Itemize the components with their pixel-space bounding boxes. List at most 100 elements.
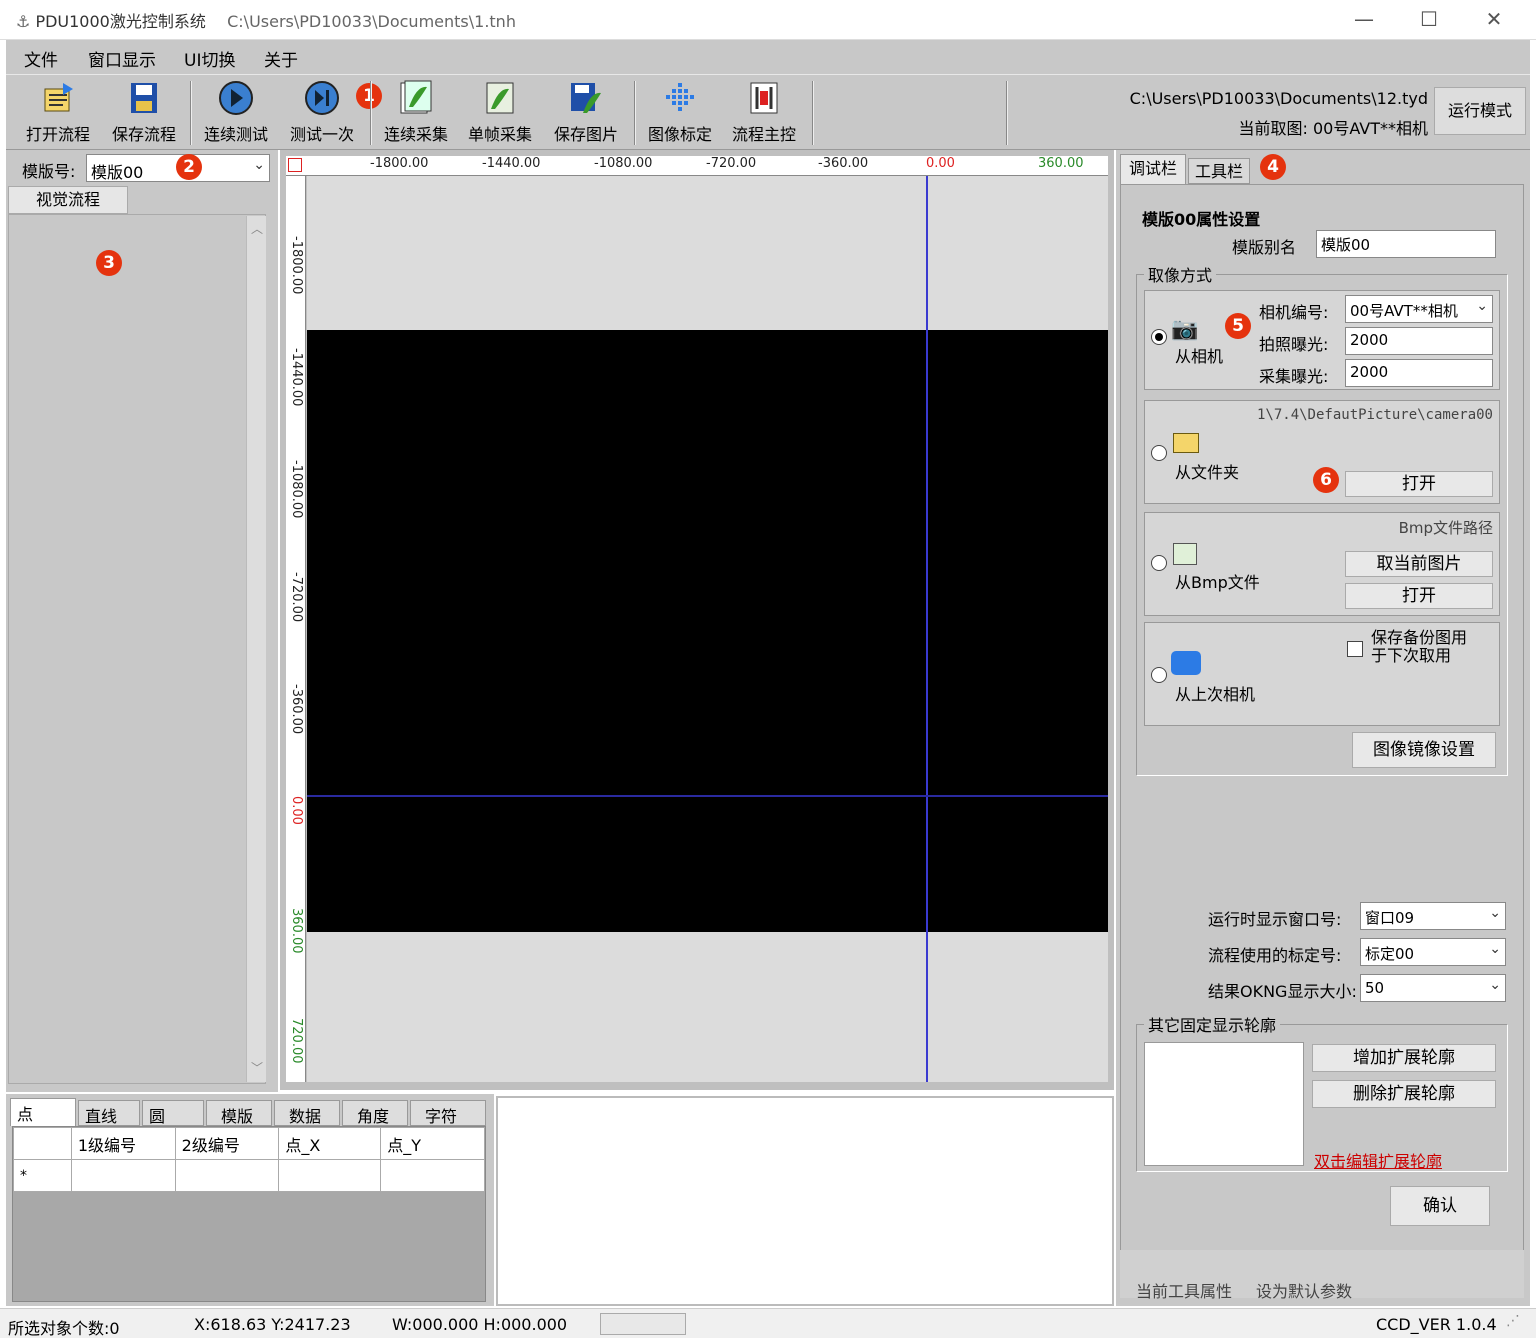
output-panel[interactable] [496, 1096, 1114, 1306]
config-path: C:\Users\PD10033\Documents\12.tyd [1129, 89, 1428, 108]
tab-vision-flow[interactable]: 视觉流程 [8, 186, 128, 214]
save-flow-icon [131, 83, 157, 113]
add-contour-button[interactable]: 增加扩展轮廓 [1312, 1044, 1496, 1072]
menu-file[interactable]: 文件 [24, 46, 58, 71]
run-mode-button[interactable]: 运行模式 [1434, 87, 1526, 135]
alias-input[interactable]: 模版00 [1316, 230, 1496, 258]
tab-template[interactable]: 模版 [206, 1100, 272, 1126]
footer-tool-props[interactable]: 当前工具属性 [1136, 1278, 1232, 1302]
folder-icon [1173, 433, 1199, 453]
right-panel: 调试栏 工具栏 4 模版00属性设置 模版别名 模版00 取像方式 📷 从相机 … [1116, 150, 1530, 1306]
folder-open-button[interactable]: 打开 [1345, 471, 1493, 497]
table-cell[interactable] [278, 1159, 382, 1192]
camera-no-select[interactable]: 00号AVT**相机 ⌄ [1345, 295, 1493, 323]
footer-set-default[interactable]: 设为默认参数 [1256, 1278, 1352, 1302]
table-cell[interactable] [70, 1159, 176, 1192]
blue-camera-icon [1171, 651, 1201, 675]
point-table[interactable]: 1级编号 2级编号 点_X 点_Y * [13, 1127, 485, 1192]
tab-tools[interactable]: 工具栏 [1188, 158, 1250, 184]
save-flow-button[interactable]: 保存流程 [106, 79, 182, 147]
okng-size-select[interactable]: 50 ⌄ [1360, 974, 1506, 1002]
bmp-file-icon [1173, 543, 1197, 565]
from-camera-radio[interactable] [1151, 329, 1167, 345]
test-once-icon [305, 81, 339, 115]
save-image-icon [571, 83, 601, 113]
open-flow-icon [44, 83, 73, 112]
calibration-button[interactable]: 图像标定 [642, 79, 718, 147]
save-image-button[interactable]: 保存图片 [548, 79, 624, 147]
current-capture: 当前取图: 00号AVT**相机 [1238, 119, 1428, 138]
ruler-top-tick: 0.00 [926, 156, 955, 171]
calib-select[interactable]: 标定00 ⌄ [1360, 938, 1506, 966]
flow-control-icon [750, 82, 778, 114]
tab-circle[interactable]: 圆 [142, 1100, 204, 1126]
from-bmp-label: 从Bmp文件 [1175, 573, 1260, 592]
scroll-down-icon[interactable]: ﹀ [251, 1059, 263, 1076]
okng-size-value: 50 [1365, 979, 1385, 997]
menu-ui-switch[interactable]: UI切换 [184, 46, 235, 71]
menu-bar: 文件 窗口显示 UI切换 关于 [6, 40, 1530, 74]
flow-list[interactable] [8, 214, 266, 1084]
selection-size: W:000.000 H:000.000 [392, 1315, 568, 1334]
ruler-origin-icon [288, 158, 302, 172]
menu-about[interactable]: 关于 [264, 46, 298, 71]
ruler-top-tick: 360.00 [1038, 156, 1084, 171]
save-backup-checkbox[interactable] [1347, 641, 1363, 657]
take-current-image-button[interactable]: 取当前图片 [1345, 551, 1493, 577]
single-capture-button[interactable]: 单帧采集 [462, 79, 538, 147]
table-cell[interactable] [174, 1159, 280, 1192]
file-path: C:\Users\PD10033\Documents\1.tnh [227, 12, 516, 31]
resize-grip-icon[interactable]: ⋰ [1506, 1313, 1520, 1329]
tab-line[interactable]: 直线 [78, 1100, 140, 1126]
delete-contour-button[interactable]: 删除扩展轮廓 [1312, 1080, 1496, 1108]
tab-angle[interactable]: 角度 [342, 1100, 408, 1126]
continuous-test-button[interactable]: 连续测试 [198, 79, 274, 147]
image-mirror-settings-button[interactable]: 图像镜像设置 [1352, 732, 1496, 768]
open-flow-label: 打开流程 [25, 125, 90, 144]
from-bmp-radio[interactable] [1151, 555, 1167, 571]
bmp-open-button[interactable]: 打开 [1345, 583, 1493, 609]
ruler-left-tick: -1080.00 [289, 460, 304, 519]
image-view[interactable] [307, 176, 1108, 1082]
camera-icon: 📷 [1171, 317, 1199, 342]
tab-string[interactable]: 字符串 [410, 1100, 486, 1150]
test-once-button[interactable]: 测试一次 [284, 79, 360, 147]
callout-badge-6: 6 [1313, 467, 1339, 493]
scroll-up-icon[interactable]: ︿ [251, 220, 263, 237]
ruler-top-tick: -1440.00 [482, 156, 541, 171]
close-button[interactable]: ✕ [1470, 4, 1518, 34]
confirm-button[interactable]: 确认 [1390, 1186, 1490, 1226]
ruler-left-tick: -720.00 [289, 572, 304, 623]
photo-exposure-input[interactable]: 2000 [1345, 327, 1493, 355]
title-bar: ⚓ PDU1000激光控制系统 C:\Users\PD10033\Documen… [0, 0, 1536, 40]
table-cell[interactable] [380, 1159, 485, 1192]
folder-path: 1\7.4\DefautPicture\camera00 [1256, 407, 1493, 423]
single-capture-icon [486, 82, 514, 114]
flow-control-button[interactable]: 流程主控 [726, 79, 802, 147]
template-label: 模版号: [22, 162, 76, 181]
table-header-row: 1级编号 2级编号 点_X 点_Y [13, 1127, 485, 1160]
toolbar-separator [1006, 81, 1008, 145]
run-window-select[interactable]: 窗口09 ⌄ [1360, 902, 1506, 930]
contour-list[interactable] [1144, 1042, 1304, 1166]
app-title: PDU1000激光控制系统 [35, 12, 206, 31]
edit-contour-link[interactable]: 双击编辑扩展轮廓 [1314, 1148, 1442, 1172]
from-folder-radio[interactable] [1151, 445, 1167, 461]
from-last-camera-radio[interactable] [1151, 667, 1167, 683]
from-folder-box: 1\7.4\DefautPicture\camera00 从文件夹 6 打开 [1144, 400, 1500, 504]
continuous-capture-button[interactable]: 连续采集 [378, 79, 454, 147]
tab-debug[interactable]: 调试栏 [1120, 154, 1186, 184]
photo-exposure-label: 拍照曝光: [1259, 335, 1329, 354]
menu-window-display[interactable]: 窗口显示 [88, 46, 156, 71]
left-panel: 模版号: 模版00 ⌄ 2 视觉流程 ︿ ﹀ 3 [6, 150, 278, 1092]
capture-exposure-input[interactable]: 2000 [1345, 359, 1493, 387]
open-flow-button[interactable]: 打开流程 [20, 79, 96, 147]
toolbar-separator [812, 81, 814, 145]
maximize-button[interactable]: ☐ [1405, 4, 1453, 34]
table-row[interactable]: * [13, 1159, 485, 1192]
properties-heading: 模版00属性设置 [1142, 210, 1261, 229]
flow-list-scrollbar[interactable]: ︿ ﹀ [246, 216, 266, 1082]
minimize-button[interactable]: — [1340, 4, 1388, 34]
tab-point[interactable]: 点 [10, 1098, 76, 1126]
tab-data[interactable]: 数据 [274, 1100, 340, 1126]
